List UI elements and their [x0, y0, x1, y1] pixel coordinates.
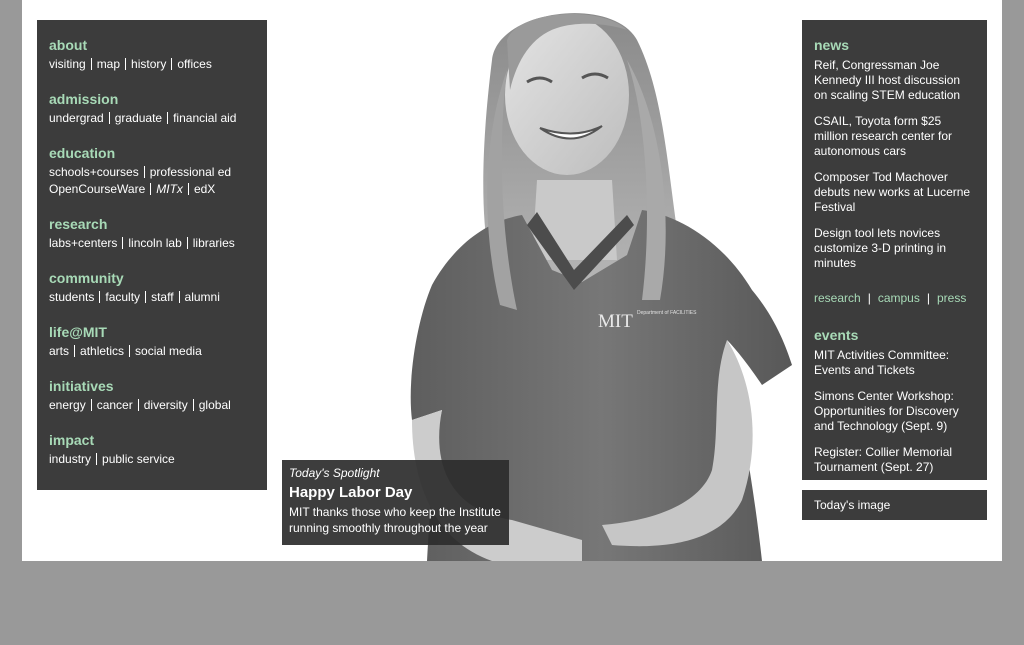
- nav-links-research: labs+centers lincoln lab libraries: [49, 235, 255, 252]
- news-heading[interactable]: news: [814, 36, 975, 54]
- nav-section-about: about visiting map history offices: [49, 36, 255, 73]
- nav-separator: [137, 399, 139, 411]
- shirt-logo-subtext: Department of FACILITIES: [637, 310, 697, 316]
- event-item[interactable]: Register: Collier Memorial Tournament (S…: [814, 445, 975, 475]
- nav-link-arts[interactable]: arts: [49, 344, 69, 358]
- nav-section-impact: impact industry public service: [49, 431, 255, 468]
- nav-heading-about[interactable]: about: [49, 36, 255, 54]
- nav-separator: [143, 166, 145, 178]
- nav-heading-life-at-mit[interactable]: life@MIT: [49, 323, 255, 341]
- nav-link-map[interactable]: map: [97, 57, 120, 71]
- nav-separator: [186, 237, 188, 249]
- nav-separator: [99, 291, 101, 303]
- nav-heading-initiatives[interactable]: initiatives: [49, 377, 255, 395]
- nav-link-labs-centers[interactable]: labs+centers: [49, 236, 117, 250]
- nav-links-education: schools+courses professional ed OpenCours…: [49, 164, 255, 198]
- nav-link-alumni[interactable]: alumni: [185, 290, 220, 304]
- nav-link-opencourseware[interactable]: OpenCourseWare: [49, 182, 145, 196]
- nav-heading-admission[interactable]: admission: [49, 90, 255, 108]
- category-separator: |: [867, 291, 871, 305]
- news-item[interactable]: CSAIL, Toyota form $25 million research …: [814, 114, 975, 159]
- nav-section-research: research labs+centers lincoln lab librarie…: [49, 215, 255, 252]
- nav-links-impact: industry public service: [49, 451, 255, 468]
- nav-link-financial-aid[interactable]: financial aid: [173, 111, 236, 125]
- nav-separator: [74, 345, 76, 357]
- nav-link-diversity[interactable]: diversity: [144, 398, 188, 412]
- category-separator: |: [926, 291, 930, 305]
- nav-separator: [192, 399, 194, 411]
- nav-heading-community[interactable]: community: [49, 269, 255, 287]
- nav-link-athletics[interactable]: athletics: [80, 344, 124, 358]
- nav-links-life-at-mit: arts athletics social media: [49, 343, 255, 360]
- nav-link-visiting[interactable]: visiting: [49, 57, 86, 71]
- spotlight-kicker: Today's Spotlight: [289, 466, 380, 480]
- nav-heading-research[interactable]: research: [49, 215, 255, 233]
- nav-link-undergrad[interactable]: undergrad: [49, 111, 104, 125]
- nav-links-initiatives: energy cancer diversity global: [49, 397, 255, 414]
- shirt-logo-text: MIT: [598, 311, 633, 332]
- news-item[interactable]: Composer Tod Machover debuts new works a…: [814, 170, 975, 215]
- nav-link-offices[interactable]: offices: [177, 57, 211, 71]
- news-category-campus[interactable]: campus: [878, 291, 920, 305]
- nav-separator: [90, 399, 92, 411]
- nav-section-admission: admission undergrad graduate financial aid: [49, 90, 255, 127]
- nav-link-staff[interactable]: staff: [151, 290, 173, 304]
- spotlight-title[interactable]: Happy Labor Day: [289, 483, 502, 503]
- nav-link-professional-ed[interactable]: professional ed: [150, 165, 231, 179]
- news-item[interactable]: Reif, Congressman Joe Kennedy III host d…: [814, 58, 975, 103]
- nav-heading-impact[interactable]: impact: [49, 431, 255, 449]
- spotlight-description: MIT thanks those who keep the Institute …: [289, 505, 501, 535]
- event-item[interactable]: Simons Center Workshop: Opportunities fo…: [814, 389, 975, 434]
- nav-link-energy[interactable]: energy: [49, 398, 86, 412]
- event-item[interactable]: MIT Activities Committee: Events and Tic…: [814, 348, 975, 378]
- nav-heading-education[interactable]: education: [49, 144, 255, 162]
- nav-link-libraries[interactable]: libraries: [193, 236, 235, 250]
- nav-separator: [90, 58, 92, 70]
- nav-separator: [145, 291, 147, 303]
- nav-separator: [187, 183, 189, 195]
- nav-link-schools-courses[interactable]: schools+courses: [49, 165, 139, 179]
- nav-separator: [178, 291, 180, 303]
- nav-section-community: community students faculty staff alumni: [49, 269, 255, 306]
- nav-link-public-service[interactable]: public service: [102, 452, 175, 466]
- nav-link-industry[interactable]: industry: [49, 452, 91, 466]
- nav-link-graduate[interactable]: graduate: [115, 111, 162, 125]
- nav-section-initiatives: initiatives energy cancer diversity global: [49, 377, 255, 414]
- nav-link-cancer[interactable]: cancer: [97, 398, 133, 412]
- spotlight-box[interactable]: Today's Spotlight Happy Labor Day MIT th…: [282, 460, 509, 545]
- nav-link-students[interactable]: students: [49, 290, 94, 304]
- news-events-panel: news Reif, Congressman Joe Kennedy III h…: [802, 20, 987, 480]
- news-item[interactable]: Design tool lets novices customize 3-D p…: [814, 226, 975, 271]
- nav-link-edx[interactable]: edX: [194, 182, 215, 196]
- main-navigation: about visiting map history offices admissio…: [37, 20, 267, 490]
- news-categories: research | campus | press: [814, 291, 975, 306]
- nav-links-admission: undergrad graduate financial aid: [49, 110, 255, 127]
- nav-separator: [171, 58, 173, 70]
- nav-link-social-media[interactable]: social media: [135, 344, 202, 358]
- nav-link-global[interactable]: global: [199, 398, 231, 412]
- nav-links-about: visiting map history offices: [49, 56, 255, 73]
- nav-link-faculty[interactable]: faculty: [105, 290, 140, 304]
- news-category-press[interactable]: press: [937, 291, 966, 305]
- todays-image-button[interactable]: Today's image: [802, 490, 987, 520]
- nav-links-community: students faculty staff alumni: [49, 289, 255, 306]
- nav-separator: [167, 112, 169, 124]
- nav-separator: [125, 58, 127, 70]
- nav-separator: [150, 183, 152, 195]
- nav-separator: [129, 345, 131, 357]
- events-heading[interactable]: events: [814, 326, 975, 344]
- nav-link-mitx[interactable]: MITx: [156, 182, 183, 196]
- nav-separator: [96, 453, 98, 465]
- nav-section-education: education schools+courses professional ed…: [49, 144, 255, 198]
- nav-section-life-at-mit: life@MIT arts athletics social media: [49, 323, 255, 360]
- nav-separator: [122, 237, 124, 249]
- nav-link-lincoln-lab[interactable]: lincoln lab: [128, 236, 181, 250]
- news-category-research[interactable]: research: [814, 291, 861, 305]
- nav-separator: [108, 112, 110, 124]
- page-container: MIT Department of FACILITIES about visit…: [22, 0, 1002, 561]
- nav-link-history[interactable]: history: [131, 57, 166, 71]
